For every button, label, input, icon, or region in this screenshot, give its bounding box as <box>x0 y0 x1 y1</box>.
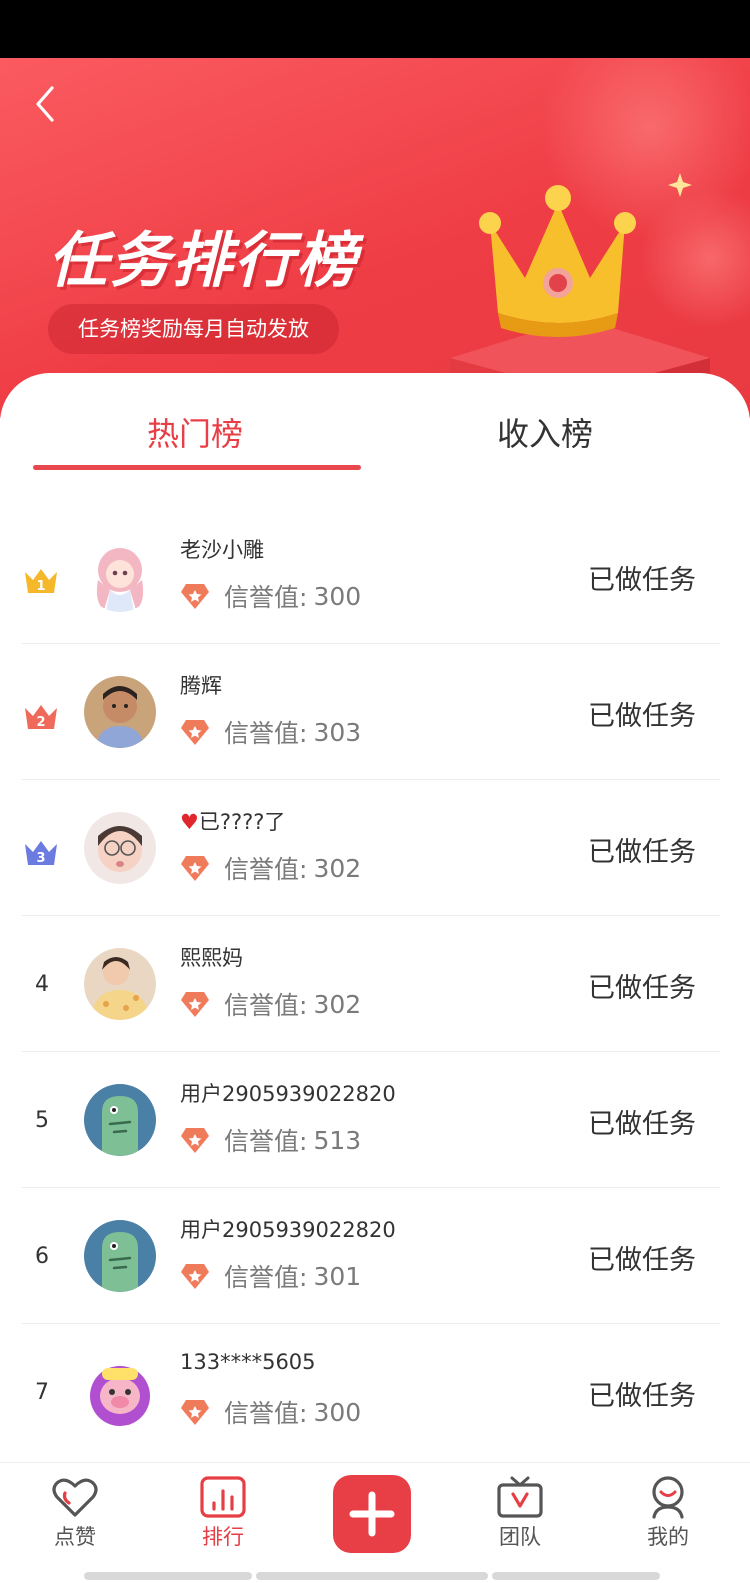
avatar <box>84 1220 156 1292</box>
credit-badge-icon <box>181 1400 209 1425</box>
rank-number: 7 <box>35 1380 49 1405</box>
add-button[interactable] <box>333 1475 411 1553</box>
tab-income[interactable]: 收入榜 <box>380 409 710 455</box>
task-status: 已做任务 <box>588 973 696 1004</box>
heart-icon <box>52 1478 98 1517</box>
task-status: 已做任务 <box>588 837 696 868</box>
list-item[interactable]: 5 用户2905939022820 信誉值: 513 已做任务 <box>0 1052 750 1188</box>
credit-badge-icon <box>181 1264 209 1289</box>
credit-label: 信誉值: <box>224 991 308 1020</box>
rank-2-badge-icon: 2 <box>25 705 57 730</box>
user-name: 熙熙妈 <box>180 946 243 970</box>
tabbar-item-ranking[interactable]: 排行 <box>173 1475 273 1551</box>
ranking-list: 1 老沙小雕 信誉值: 300 已做任务 2 腾辉 信誉值: 303 已做任务 … <box>0 508 750 1460</box>
credit-label: 信誉值: <box>224 1127 308 1156</box>
tabbar-item-like[interactable]: 点赞 <box>25 1475 125 1551</box>
list-item[interactable]: 3 ♥已????了 信誉值: 302 已做任务 <box>0 780 750 916</box>
tabbar-label: 团队 <box>499 1525 541 1549</box>
credit-score: 信誉值: 303 <box>180 714 361 750</box>
credit-value: 302 <box>313 853 362 883</box>
user-name: 腾辉 <box>180 674 222 698</box>
back-button[interactable] <box>28 82 64 126</box>
tabbar-label: 排行 <box>202 1525 244 1549</box>
avatar <box>84 676 156 748</box>
credit-value: 303 <box>313 717 362 747</box>
credit-badge-icon <box>181 992 209 1017</box>
tab-hot[interactable]: 热门榜 <box>30 409 360 455</box>
svg-text:3: 3 <box>36 851 45 866</box>
credit-score: 信誉值: 302 <box>180 850 361 886</box>
rank-number: 4 <box>35 972 49 997</box>
hero-banner: 任务排行榜 任务榜奖励每月自动发放 <box>0 58 750 418</box>
home-indicator <box>84 1572 252 1580</box>
list-item[interactable]: 2 腾辉 信誉值: 303 已做任务 <box>0 644 750 780</box>
credit-label: 信誉值: <box>224 855 308 884</box>
credit-score: 信誉值: 300 <box>180 1394 361 1430</box>
credit-value: 300 <box>313 1397 362 1427</box>
credit-score: 信誉值: 302 <box>180 986 361 1022</box>
rank-1-badge-icon: 1 <box>25 569 57 594</box>
avatar <box>84 540 156 612</box>
credit-label: 信誉值: <box>224 719 308 748</box>
credit-value: 301 <box>313 1261 362 1291</box>
svg-text:1: 1 <box>36 579 45 594</box>
tabbar-label: 我的 <box>647 1525 689 1549</box>
user-icon <box>652 1476 684 1519</box>
avatar <box>84 812 156 884</box>
avatar <box>84 1084 156 1156</box>
rank-number: 5 <box>35 1108 49 1133</box>
credit-label: 信誉值: <box>224 583 308 612</box>
page-title: 任务排行榜 <box>48 226 358 296</box>
credit-badge-icon <box>181 856 209 881</box>
rank-3-badge-icon: 3 <box>25 841 57 866</box>
chevron-left-icon <box>36 86 54 122</box>
task-status: 已做任务 <box>588 1245 696 1276</box>
avatar <box>84 1356 156 1428</box>
user-name: 用户2905939022820 <box>180 1218 396 1242</box>
page-subtitle: 任务榜奖励每月自动发放 <box>48 304 339 354</box>
credit-label: 信誉值: <box>224 1399 308 1428</box>
home-indicator <box>492 1572 660 1580</box>
task-status: 已做任务 <box>588 1109 696 1140</box>
credit-score: 信誉值: 300 <box>180 578 361 614</box>
user-name: 133****5605 <box>180 1350 316 1374</box>
user-name: 用户2905939022820 <box>180 1082 396 1106</box>
list-item[interactable]: 1 老沙小雕 信誉值: 300 已做任务 <box>0 508 750 644</box>
ranking-card: 热门榜 收入榜 1 老沙小雕 信誉值: 300 已做任务 2 腾辉 信誉值: 3… <box>0 373 750 1463</box>
credit-badge-icon <box>181 720 209 745</box>
bottom-tab-bar: 点赞 排行 团队 我的 <box>0 1463 750 1583</box>
home-indicator <box>256 1572 488 1580</box>
rank-number: 6 <box>35 1244 49 1269</box>
plus-icon <box>349 1491 395 1537</box>
status-bar <box>0 0 750 58</box>
tabbar-label: 点赞 <box>54 1525 96 1549</box>
credit-value: 300 <box>313 581 362 611</box>
credit-badge-icon <box>181 1128 209 1153</box>
list-item[interactable]: 7 133****5605 信誉值: 300 已做任务 <box>0 1324 750 1460</box>
tabbar-item-me[interactable]: 我的 <box>618 1475 718 1551</box>
tabbar-item-team[interactable]: 团队 <box>470 1475 570 1551</box>
list-item[interactable]: 4 熙熙妈 信誉值: 302 已做任务 <box>0 916 750 1052</box>
task-status: 已做任务 <box>588 565 696 596</box>
tv-icon <box>497 1476 543 1518</box>
user-name: ♥已????了 <box>180 810 286 834</box>
credit-score: 信誉值: 513 <box>180 1122 361 1158</box>
task-status: 已做任务 <box>588 1381 696 1412</box>
task-status: 已做任务 <box>588 701 696 732</box>
tab-indicator <box>33 465 361 470</box>
list-item[interactable]: 6 用户2905939022820 信誉值: 301 已做任务 <box>0 1188 750 1324</box>
svg-text:2: 2 <box>36 715 45 730</box>
credit-badge-icon <box>181 584 209 609</box>
credit-score: 信誉值: 301 <box>180 1258 361 1294</box>
user-name: 老沙小雕 <box>180 538 264 562</box>
credit-value: 302 <box>313 989 362 1019</box>
bar-chart-icon <box>200 1476 246 1518</box>
avatar <box>84 948 156 1020</box>
credit-value: 513 <box>313 1125 362 1155</box>
credit-label: 信誉值: <box>224 1263 308 1292</box>
